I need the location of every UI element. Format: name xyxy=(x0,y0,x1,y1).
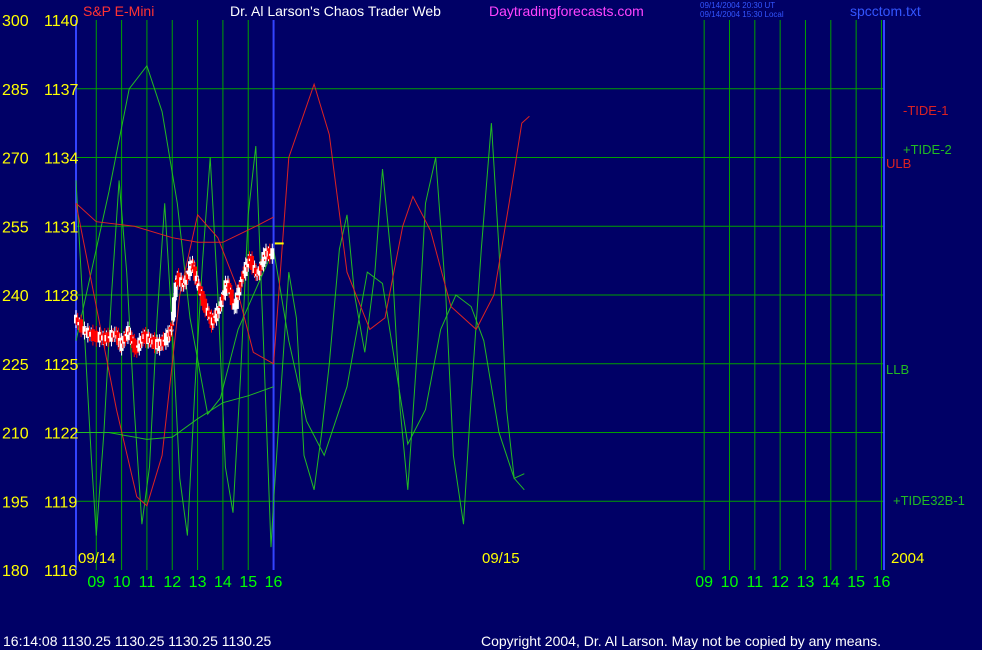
y-tick-label-price: 1128 xyxy=(44,288,79,305)
series-tide2 xyxy=(75,64,525,479)
chart-grid xyxy=(75,20,885,570)
date-label-year: 2004 xyxy=(891,550,925,567)
label-tide2: +TIDE-2 xyxy=(903,142,952,157)
date-label-mid: 09/15 xyxy=(482,550,520,567)
x-tick-label: 14 xyxy=(214,574,232,591)
copyright: Copyright 2004, Dr. Al Larson. May not b… xyxy=(481,633,882,649)
x-tick-label: 16 xyxy=(873,574,891,591)
chart-series xyxy=(74,64,530,548)
x-tick-label: 09 xyxy=(87,574,105,591)
x-tick-label: 10 xyxy=(113,574,131,591)
y-tick-label-left: 240 xyxy=(2,288,29,305)
timestamp-ut: 09/14/2004 20:30 UT xyxy=(700,1,776,10)
y-tick-label-price: 1137 xyxy=(44,82,79,99)
y-tick-label-price: 1116 xyxy=(44,563,77,580)
x-tick-label: 11 xyxy=(747,574,764,591)
x-tick-label: 16 xyxy=(265,574,283,591)
y-tick-label-left: 210 xyxy=(2,426,29,443)
x-tick-label: 12 xyxy=(771,574,789,591)
x-tick-label: 13 xyxy=(189,574,207,591)
label-llb: LLB xyxy=(886,362,910,377)
label-tide32b: +TIDE32B-1 xyxy=(893,493,965,508)
price-bar xyxy=(172,296,177,301)
x-tick-label: 13 xyxy=(797,574,815,591)
x-tick-label: 14 xyxy=(822,574,840,591)
y-tick-label-left: 270 xyxy=(2,151,29,168)
x-tick-label: 11 xyxy=(139,574,156,591)
series-ulb xyxy=(75,202,274,243)
symbol-title: S&P E-Mini xyxy=(83,3,155,19)
x-tick-label: 15 xyxy=(239,574,257,591)
x-axis-labels: 09 10 11 12 13 14 15 16 09 10 11 12 13 14 15 16 xyxy=(87,574,890,591)
site-link[interactable]: Daytradingforecasts.com xyxy=(489,4,644,18)
x-tick-label: 10 xyxy=(721,574,739,591)
price-bar xyxy=(170,323,175,327)
y-axis-labels: 180 1116 195 1119 210 1122 225 1125 240 1128 255 11… xyxy=(2,13,79,580)
file-name: spcctom.txt xyxy=(850,3,921,19)
y-tick-label-left: 255 xyxy=(2,219,29,236)
y-tick-label-left: 180 xyxy=(2,563,29,580)
y-tick-label-price: 1140 xyxy=(44,13,79,30)
label-ulb: ULB xyxy=(886,156,912,171)
price-bar xyxy=(169,329,174,332)
y-tick-label-left: 195 xyxy=(2,494,29,511)
x-tick-label: 15 xyxy=(847,574,865,591)
x-tick-label: 12 xyxy=(163,574,181,591)
y-tick-label-price: 1134 xyxy=(44,151,79,168)
price-bar xyxy=(270,248,275,260)
chart-title: Dr. Al Larson's Chaos Trader Web xyxy=(230,3,441,19)
y-tick-label-left: 225 xyxy=(2,357,29,374)
date-label-start: 09/14 xyxy=(78,550,116,567)
y-tick-label-price: 1131 xyxy=(44,219,79,236)
quote-line: 16:14:08 1130.25 1130.25 1130.25 1130.25 xyxy=(3,633,272,649)
y-tick-label-price: 1119 xyxy=(44,494,77,511)
y-tick-label-left: 285 xyxy=(2,82,29,99)
y-tick-label-price: 1122 xyxy=(44,426,79,443)
x-tick-label: 09 xyxy=(695,574,713,591)
y-tick-label-left: 300 xyxy=(2,13,29,30)
timestamp-local: 09/14/2004 15:30 Local xyxy=(700,10,784,19)
y-tick-label-price: 1125 xyxy=(44,357,79,374)
label-tide1: -TIDE-1 xyxy=(903,103,949,118)
